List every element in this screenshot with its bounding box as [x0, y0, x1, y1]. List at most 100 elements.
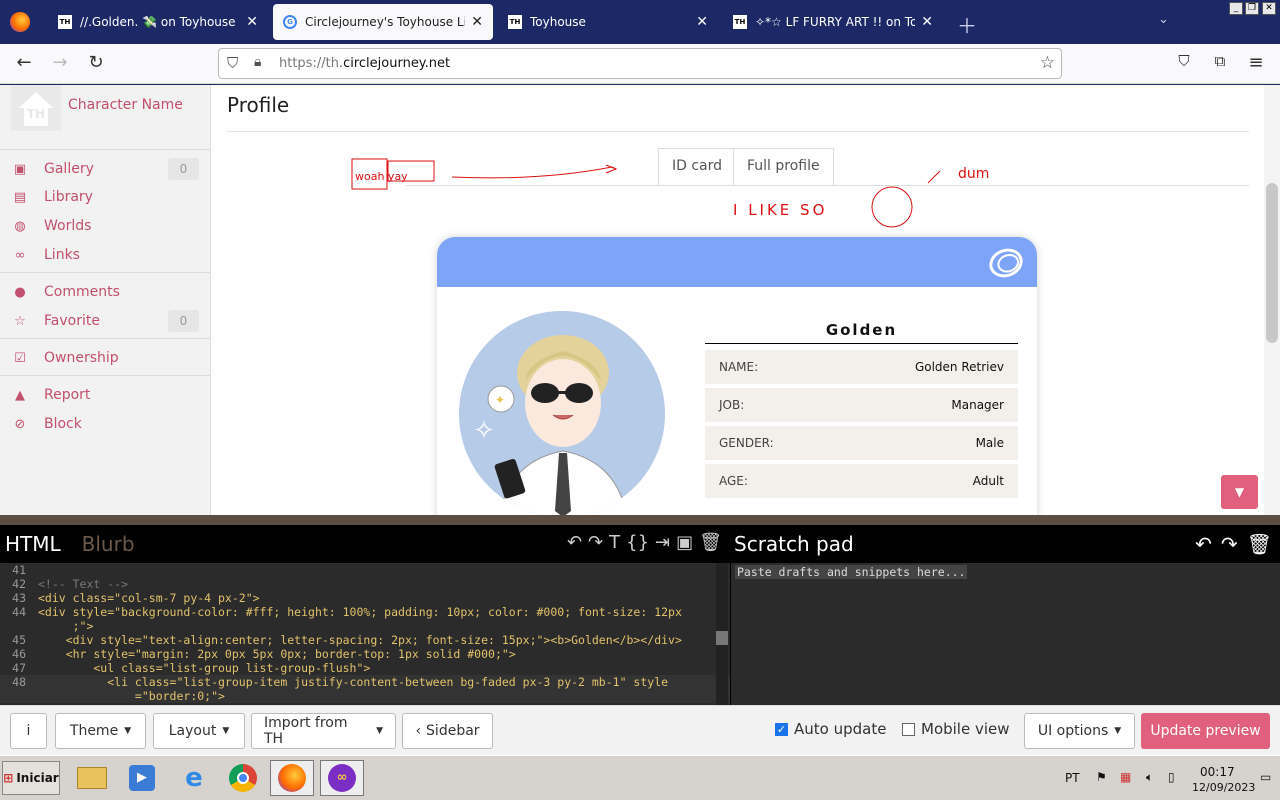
sidebar-item-report[interactable]: ▲ Report — [0, 382, 211, 408]
close-tab-icon[interactable]: ✕ — [921, 14, 933, 30]
firefox-menu-icon[interactable] — [10, 12, 30, 32]
chrome-icon[interactable] — [221, 760, 265, 796]
browser-tab[interactable]: TH ✧*☆ LF FURRY ART !! on Toyhouse ✕ — [723, 4, 943, 40]
character-name-link[interactable]: Character Name — [68, 97, 183, 113]
sidebar-item-worlds[interactable]: ◍ Worlds — [0, 213, 211, 239]
internet-explorer-icon[interactable]: e — [172, 760, 216, 796]
code-line: ;"> — [38, 619, 94, 633]
info-button[interactable]: i — [10, 713, 47, 749]
undo-icon[interactable]: ↶ — [567, 532, 582, 553]
url-bar[interactable]: ⛉ 🔒︎ https://th.circlejourney.net ☆ — [218, 48, 1062, 79]
scratch-header: Scratch pad ↶ ↷ 🗑︎ — [731, 525, 1280, 563]
scrollbar-thumb[interactable] — [716, 631, 728, 645]
sidebar-item-ownership[interactable]: ☑ Ownership — [0, 345, 211, 371]
code-line: 46 <hr style="margin: 2px 0px 5px 0px; b… — [12, 647, 516, 661]
check-square-icon: ☑ — [14, 350, 26, 366]
close-tab-icon[interactable]: ✕ — [471, 14, 483, 30]
sidebar-toggle-button[interactable]: ‹ Sidebar — [402, 713, 493, 749]
theme-dropdown[interactable]: Theme ▼ — [55, 713, 146, 749]
app-mask-icon[interactable]: ∞ — [320, 760, 364, 796]
text-format-icon[interactable]: T — [609, 532, 620, 553]
code-scrollbar[interactable] — [716, 563, 728, 705]
sidebar-item-gallery[interactable]: ▣ Gallery 0 — [0, 156, 211, 182]
tab-blurb[interactable]: Blurb — [82, 532, 135, 556]
sidebar-item-library[interactable]: ▤ Library — [0, 184, 211, 210]
scrollbar-thumb[interactable] — [1266, 183, 1278, 343]
trash-icon[interactable]: 🗑︎ — [699, 532, 722, 553]
auto-update-checkbox[interactable]: ✓ Auto update — [775, 720, 886, 738]
page-scrollbar[interactable] — [1264, 85, 1280, 515]
show-desktop-icon[interactable]: ▭ — [1260, 770, 1271, 784]
minimize-icon[interactable]: _ — [1229, 2, 1243, 15]
shield-icon[interactable]: ⛉ — [227, 54, 238, 72]
media-player-icon[interactable]: ▶ — [120, 760, 164, 796]
warning-icon: ▲ — [15, 387, 25, 403]
code-line-active: 48 <li class="list-group-item justify-co… — [0, 675, 730, 689]
export-icon[interactable]: ⇥ — [655, 532, 670, 553]
lock-icon[interactable]: 🔒︎ — [254, 54, 261, 70]
browser-tab[interactable]: TH //.Golden. 💸 on Toyhouse ✕ — [48, 4, 268, 40]
close-tab-icon[interactable]: ✕ — [696, 14, 708, 30]
bookmark-star-icon[interactable]: ☆ — [1040, 53, 1055, 73]
close-window-icon[interactable]: ✕ — [1262, 2, 1276, 15]
tab-bar: TH //.Golden. 💸 on Toyhouse ✕ G Circlejo… — [0, 0, 1280, 44]
browser-tab[interactable]: TH Toyhouse ✕ — [498, 4, 718, 40]
coin-icon — [985, 244, 1027, 282]
flag-icon[interactable]: ⚑ — [1096, 770, 1107, 784]
sidebar-item-block[interactable]: ⊘ Block — [0, 411, 211, 437]
clock-time[interactable]: 00:17 — [1200, 765, 1235, 779]
close-tab-icon[interactable]: ✕ — [246, 14, 258, 30]
network-icon[interactable]: ▦ — [1120, 770, 1131, 784]
clock-date[interactable]: 12/09/2023 — [1192, 781, 1255, 794]
hamburger-menu-icon[interactable]: ≡ — [1244, 52, 1268, 73]
layout-dropdown[interactable]: Layout ▼ — [153, 713, 245, 749]
code-editor-panel: HTML Blurb ↶ ↷ T {} ⇥ ▣ 🗑︎ 41 42 <!-- Tex… — [0, 525, 1280, 705]
scroll-down-button[interactable]: ▼ — [1221, 475, 1258, 509]
code-area[interactable]: 41 42 <!-- Text --> 43 <div class="col-sm-… — [0, 563, 730, 705]
ui-options-dropdown[interactable]: UI options ▼ — [1024, 713, 1135, 749]
checkbox-unchecked[interactable] — [902, 722, 915, 736]
redo-icon[interactable]: ↷ — [1221, 532, 1238, 556]
redo-icon[interactable]: ↷ — [588, 532, 603, 553]
language-indicator[interactable]: PT — [1065, 771, 1080, 785]
field-value: Manager — [951, 398, 1004, 412]
undo-icon[interactable]: ↶ — [1195, 532, 1212, 556]
page-content: TH Character Name ▣ Gallery 0 ▤ Library … — [0, 85, 1280, 515]
power-icon[interactable]: ▯ — [1168, 770, 1175, 784]
editor-resize-handle[interactable] — [0, 515, 1280, 525]
checkbox-checked[interactable]: ✓ — [775, 722, 788, 736]
page-title: Profile — [227, 93, 290, 117]
back-icon[interactable]: ← — [12, 52, 36, 73]
clear-icon[interactable]: 🗑︎ — [1247, 532, 1272, 556]
forward-icon[interactable]: → — [48, 52, 72, 73]
extensions-icon[interactable]: ⧉ — [1208, 52, 1232, 70]
pocket-icon[interactable]: ⛉ — [1172, 52, 1196, 70]
list-all-tabs-icon[interactable]: ⌄ — [1158, 12, 1169, 27]
new-tab-icon[interactable]: ＋ — [957, 10, 977, 39]
firefox-icon[interactable] — [270, 760, 314, 796]
reload-icon[interactable]: ↻ — [84, 52, 108, 73]
os-taskbar: ⊞ Iniciar ▶ e ∞ PT ⚑ ▦ 🔈︎ ▯ 00:17 12/09/2… — [0, 755, 1280, 800]
import-dropdown[interactable]: Import from TH ▼ — [251, 713, 396, 749]
card-field-row: JOB: Manager — [705, 388, 1018, 422]
toyhouse-favicon-icon: TH — [508, 15, 522, 29]
mobile-view-checkbox[interactable]: Mobile view — [902, 720, 1010, 738]
volume-icon[interactable]: 🔈︎ — [1146, 770, 1153, 785]
tab-title: Toyhouse — [530, 15, 586, 29]
tab-html[interactable]: HTML — [5, 532, 61, 556]
tab-title: //.Golden. 💸 on Toyhouse — [80, 15, 236, 29]
gallery-count-badge: 0 — [168, 158, 199, 180]
scratch-textarea[interactable]: Paste drafts and snippets here... — [731, 563, 1280, 705]
sidebar-item-favorite[interactable]: ☆ Favorite 0 — [0, 308, 211, 334]
browser-tab-active[interactable]: G Circlejourney's Toyhouse Live Code Edi… — [273, 4, 493, 40]
toyhouse-favicon-icon: TH — [733, 15, 747, 29]
sidebar-item-comments[interactable]: ● Comments — [0, 279, 211, 305]
file-explorer-icon[interactable] — [70, 760, 114, 796]
maximize-icon[interactable]: ❐ — [1245, 2, 1259, 15]
braces-icon[interactable]: {} — [626, 532, 649, 553]
sidebar-item-links[interactable]: ∞ Links — [0, 242, 211, 268]
save-icon[interactable]: ▣ — [676, 532, 693, 553]
start-button[interactable]: ⊞ Iniciar — [2, 761, 60, 795]
character-logo[interactable]: TH — [11, 85, 61, 131]
update-preview-button[interactable]: Update preview — [1141, 713, 1270, 749]
